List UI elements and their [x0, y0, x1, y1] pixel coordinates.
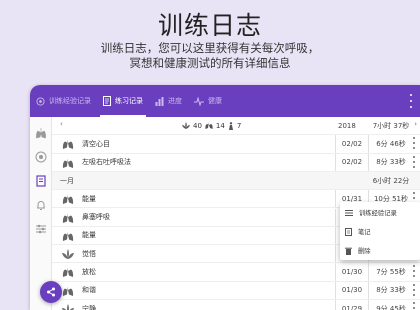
hero-title: 训练日志	[157, 11, 262, 40]
note-icon	[345, 227, 352, 236]
tab-practice-log[interactable]: 练习记录	[97, 85, 149, 117]
summary-row: ‹ 40 14 7 2018 7小时 37秒 ›	[52, 117, 420, 136]
session-name: 清空心目	[82, 139, 110, 148]
menu-item-experience-log[interactable]: 训练经验记录	[340, 203, 420, 222]
menu-item-label: 笔记	[358, 229, 371, 236]
lotus-count: 40	[193, 121, 202, 130]
total-duration: 7小时 37秒	[372, 121, 410, 130]
session-duration: 8分 33秒	[376, 158, 406, 167]
lungs-icon	[62, 285, 74, 296]
session-duration: 6分 46秒	[376, 139, 406, 148]
lungs-icon	[205, 122, 213, 130]
session-row[interactable]: 左吸右吐呼吸法 02/02 8分 33秒	[52, 153, 420, 172]
session-duration: 9分 45秒	[376, 304, 406, 310]
tab-health[interactable]: 健康	[188, 85, 228, 117]
year-label: 2018	[338, 121, 356, 130]
session-name: 觉悟	[82, 249, 96, 258]
tab-label: 训练经验记录	[49, 97, 91, 105]
menu-item-label: 删除	[358, 248, 371, 255]
row-more-icon[interactable]	[411, 155, 417, 168]
lungs-icon	[62, 194, 74, 205]
session-row[interactable]: 放松 01/30 7分 55秒	[52, 263, 420, 282]
lungs-count: 14	[215, 121, 225, 130]
tab-experience-log[interactable]: 训练经验记录	[30, 85, 97, 117]
share-icon	[47, 287, 55, 297]
row-more-icon[interactable]	[411, 137, 417, 150]
notebook-icon	[103, 96, 111, 106]
session-name: 宁静	[82, 304, 96, 310]
tab-label: 健康	[208, 97, 222, 105]
chevron-right-icon[interactable]: ›	[414, 120, 417, 128]
bar-chart-icon	[155, 96, 164, 106]
chevron-left-icon[interactable]: ‹	[60, 120, 63, 128]
month-header: 一月 6小时 22分	[52, 171, 420, 191]
session-name: 能量	[82, 231, 96, 240]
menu-item-label: 训练经验记录	[359, 210, 397, 217]
lotus-icon	[182, 122, 190, 130]
lotus-icon	[62, 304, 74, 310]
session-row[interactable]: 宁静 01/29 9分 45秒	[52, 300, 420, 310]
session-duration: 8分 33秒	[376, 286, 406, 295]
sliders-icon[interactable]	[35, 223, 47, 235]
tab-progress[interactable]: 进度	[149, 85, 188, 117]
figure-count: 7	[236, 121, 242, 130]
session-date: 02/02	[335, 135, 369, 153]
session-row[interactable]: 和谐 01/30 8分 33秒	[52, 281, 420, 300]
lungs-icon	[62, 230, 74, 241]
lungs-icon	[62, 267, 74, 278]
session-name: 能量	[82, 194, 96, 203]
tab-bar: 训练经验记录 练习记录 进度 健康	[30, 85, 420, 117]
session-date: 01/29	[335, 300, 369, 310]
session-name: 放松	[82, 268, 96, 277]
notebook-icon[interactable]	[35, 175, 47, 187]
row-more-icon[interactable]	[411, 283, 417, 296]
lungs-icon[interactable]	[35, 127, 47, 139]
figure-icon	[228, 121, 233, 130]
tab-label: 进度	[168, 97, 182, 105]
hero-subtitle-line-2: 冥想和健康测试的所有详细信息	[129, 56, 291, 70]
target-icon	[36, 96, 45, 106]
row-context-menu: 训练经验记录 笔记 删除	[340, 202, 420, 260]
row-more-icon[interactable]	[411, 265, 417, 278]
session-date: 01/30	[335, 281, 369, 299]
list-icon	[345, 209, 353, 216]
row-more-icon[interactable]	[411, 302, 417, 310]
session-name: 和谐	[82, 286, 96, 295]
lungs-icon	[62, 139, 74, 150]
menu-item-notes[interactable]: 笔记	[340, 222, 420, 241]
hero-subtitle: 训练日志，您可以这里获得有关每次呼吸， 冥想和健康测试的所有详细信息	[0, 41, 420, 71]
app-window: 训练经验记录 练习记录 进度 健康 ‹ 40 14 7 2018 7小时 37秒…	[30, 85, 420, 310]
month-label: 一月	[60, 176, 74, 185]
session-row[interactable]: 清空心目 02/02 6分 46秒	[52, 135, 420, 154]
menu-item-delete[interactable]: 删除	[340, 241, 420, 260]
share-button[interactable]	[40, 281, 62, 303]
session-name: 左吸右吐呼吸法	[82, 158, 131, 167]
session-date: 02/02	[335, 153, 369, 171]
tab-label: 练习记录	[115, 97, 143, 105]
lungs-icon	[62, 157, 74, 168]
overflow-menu-icon[interactable]	[406, 94, 416, 108]
lungs-icon	[62, 212, 74, 223]
lotus-icon	[62, 249, 74, 260]
session-name: 鼻塞呼吸	[82, 213, 110, 222]
summary-stats: 40 14 7	[182, 122, 241, 130]
hero-subtitle-line-1: 训练日志，您可以这里获得有关每次呼吸，	[100, 41, 320, 55]
target-icon[interactable]	[35, 151, 47, 163]
session-date: 01/30	[335, 263, 369, 281]
month-duration: 6小时 22分	[372, 176, 410, 185]
bell-icon[interactable]	[35, 199, 47, 211]
trash-icon	[345, 247, 352, 255]
pulse-icon	[194, 96, 204, 106]
session-duration: 7分 55秒	[376, 268, 406, 277]
